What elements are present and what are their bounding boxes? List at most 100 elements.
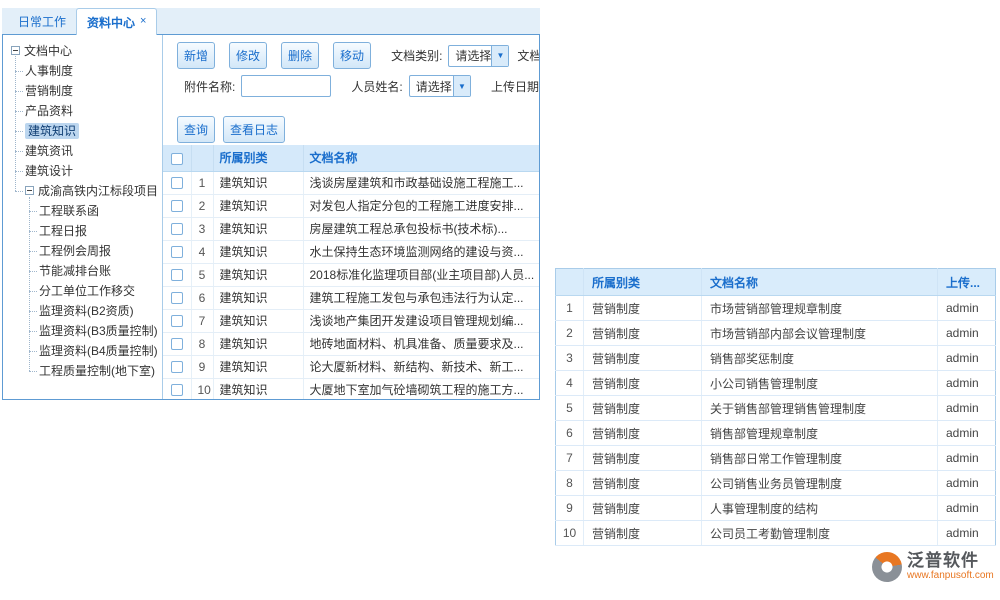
row-doc-name[interactable]: 建筑工程施工发包与承包违法行为认定... — [303, 286, 539, 309]
tab-data-center[interactable]: 资料中心× — [76, 8, 157, 35]
row-category: 建筑知识 — [213, 355, 303, 378]
row-doc-name[interactable]: 论大厦新材料、新结构、新技术、新工... — [303, 355, 539, 378]
table-row[interactable]: 7营销制度销售部日常工作管理制度admin — [556, 446, 996, 471]
row-number: 9 — [556, 496, 584, 521]
tree-item[interactable]: 工程质量控制(地下室) — [9, 361, 162, 381]
row-category: 建筑知识 — [213, 263, 303, 286]
fanpu-logo-icon — [872, 552, 902, 582]
table-row[interactable]: 8建筑知识地砖地面材料、机具准备、质量要求及... — [163, 332, 539, 355]
row-checkbox[interactable] — [171, 315, 183, 327]
row-doc-name[interactable]: 浅谈房屋建筑和市政基础设施工程施工... — [303, 171, 539, 194]
table-row[interactable]: 6营销制度销售部管理规章制度admin — [556, 421, 996, 446]
row-doc-name[interactable]: 2018标准化监理项目部(业主项目部)人员... — [303, 263, 539, 286]
tree-item[interactable]: 工程联系函 — [9, 201, 162, 221]
table-row[interactable]: 9营销制度人事管理制度的结构admin — [556, 496, 996, 521]
table-row[interactable]: 3建筑知识房屋建筑工程总承包投标书(技术标)... — [163, 217, 539, 240]
row-checkbox-cell — [163, 240, 191, 263]
add-button[interactable]: 新增 — [177, 42, 215, 69]
table-row[interactable]: 4营销制度小公司销售管理制度admin — [556, 371, 996, 396]
row-checkbox-cell — [163, 355, 191, 378]
row-checkbox[interactable] — [171, 177, 183, 189]
row-checkbox[interactable] — [171, 269, 183, 281]
table-row[interactable]: 9建筑知识论大厦新材料、新结构、新技术、新工... — [163, 355, 539, 378]
tree-item[interactable]: 人事制度 — [9, 61, 162, 81]
marketing-table-header: 所属别类 文档名称 上传... — [556, 269, 996, 296]
tree-root[interactable]: 文档中心 — [9, 41, 162, 61]
row-doc-name[interactable]: 销售部奖惩制度 — [702, 346, 938, 371]
move-button[interactable]: 移动 — [333, 42, 371, 69]
table-row[interactable]: 6建筑知识建筑工程施工发包与承包违法行为认定... — [163, 286, 539, 309]
row-doc-name[interactable]: 大厦地下室加气砼墙砌筑工程的施工方... — [303, 378, 539, 399]
person-name-select[interactable]: 请选择 ▼ — [409, 75, 471, 97]
row-checkbox[interactable] — [171, 246, 183, 258]
row-checkbox[interactable] — [171, 292, 183, 304]
table-row[interactable]: 1建筑知识浅谈房屋建筑和市政基础设施工程施工... — [163, 171, 539, 194]
row-doc-name[interactable]: 市场营销部管理规章制度 — [702, 296, 938, 321]
tree-item[interactable]: 监理资料(B3质量控制) — [9, 321, 162, 341]
row-doc-name[interactable]: 人事管理制度的结构 — [702, 496, 938, 521]
doc-category-value: 请选择 — [449, 47, 491, 64]
table-row[interactable]: 3营销制度销售部奖惩制度admin — [556, 346, 996, 371]
table-row[interactable]: 2建筑知识对发包人指定分包的工程施工进度安排... — [163, 194, 539, 217]
row-category: 营销制度 — [584, 396, 702, 421]
tree-item[interactable]: 监理资料(B4质量控制) — [9, 341, 162, 361]
upload-date-label: 上传日期 — [491, 78, 539, 95]
row-number: 8 — [191, 332, 213, 355]
row-number: 3 — [191, 217, 213, 240]
row-doc-name[interactable]: 关于销售部管理销售管理制度 — [702, 396, 938, 421]
table-row[interactable]: 7建筑知识浅谈地产集团开发建设项目管理规划编... — [163, 309, 539, 332]
row-doc-name[interactable]: 地砖地面材料、机具准备、质量要求及... — [303, 332, 539, 355]
row-checkbox[interactable] — [171, 338, 183, 350]
doc-category-select[interactable]: 请选择 ▼ — [448, 45, 509, 67]
tree-item[interactable]: 产品资料 — [9, 101, 162, 121]
row-doc-name[interactable]: 对发包人指定分包的工程施工进度安排... — [303, 194, 539, 217]
tree-root-label: 文档中心 — [24, 44, 72, 58]
tree-item[interactable]: 成渝高铁内江标段项目 — [9, 181, 162, 201]
tree-item[interactable]: 分工单位工作移交 — [9, 281, 162, 301]
close-icon[interactable]: × — [140, 15, 146, 27]
tree-item[interactable]: 工程日报 — [9, 221, 162, 241]
row-doc-name[interactable]: 市场营销部内部会议管理制度 — [702, 321, 938, 346]
query-button[interactable]: 查询 — [177, 116, 215, 143]
row-checkbox[interactable] — [171, 361, 183, 373]
row-uploader: admin — [938, 496, 996, 521]
tree-item[interactable]: 节能减排台账 — [9, 261, 162, 281]
row-doc-name[interactable]: 小公司销售管理制度 — [702, 371, 938, 396]
attachment-name-input[interactable] — [241, 75, 331, 97]
collapse-icon[interactable] — [25, 186, 34, 195]
row-number: 9 — [191, 355, 213, 378]
row-checkbox[interactable] — [171, 200, 183, 212]
tree-item[interactable]: 工程例会周报 — [9, 241, 162, 261]
tree-item[interactable]: 建筑设计 — [9, 161, 162, 181]
tab-daily-work[interactable]: 日常工作 — [8, 8, 76, 34]
row-doc-name[interactable]: 公司员工考勤管理制度 — [702, 521, 938, 546]
row-doc-name[interactable]: 销售部日常工作管理制度 — [702, 446, 938, 471]
table-row[interactable]: 5营销制度关于销售部管理销售管理制度admin — [556, 396, 996, 421]
tree-item[interactable]: 建筑知识 — [9, 121, 162, 141]
table-row[interactable]: 2营销制度市场营销部内部会议管理制度admin — [556, 321, 996, 346]
view-log-button[interactable]: 查看日志 — [223, 116, 285, 143]
collapse-icon[interactable] — [11, 46, 20, 55]
person-name-value: 请选择 — [410, 78, 453, 95]
table-row[interactable]: 8营销制度公司销售业务员管理制度admin — [556, 471, 996, 496]
table-row[interactable]: 1营销制度市场营销部管理规章制度admin — [556, 296, 996, 321]
row-checkbox[interactable] — [171, 223, 183, 235]
table-row[interactable]: 10营销制度公司员工考勤管理制度admin — [556, 521, 996, 546]
table-row[interactable]: 5建筑知识2018标准化监理项目部(业主项目部)人员... — [163, 263, 539, 286]
table-row[interactable]: 4建筑知识水土保持生态环境监测网络的建设与资... — [163, 240, 539, 263]
delete-button[interactable]: 删除 — [281, 42, 319, 69]
table-row[interactable]: 10建筑知识大厦地下室加气砼墙砌筑工程的施工方... — [163, 378, 539, 399]
tree-item[interactable]: 建筑资讯 — [9, 141, 162, 161]
modify-button[interactable]: 修改 — [229, 42, 267, 69]
row-checkbox[interactable] — [171, 384, 183, 396]
select-all-checkbox[interactable] — [171, 153, 183, 165]
row-doc-name[interactable]: 公司销售业务员管理制度 — [702, 471, 938, 496]
row-doc-name[interactable]: 水土保持生态环境监测网络的建设与资... — [303, 240, 539, 263]
row-doc-name[interactable]: 销售部管理规章制度 — [702, 421, 938, 446]
row-category: 建筑知识 — [213, 332, 303, 355]
row-doc-name[interactable]: 房屋建筑工程总承包投标书(技术标)... — [303, 217, 539, 240]
category-column-header: 所属别类 — [213, 145, 303, 171]
tree-item[interactable]: 营销制度 — [9, 81, 162, 101]
tree-item[interactable]: 监理资料(B2资质) — [9, 301, 162, 321]
row-doc-name[interactable]: 浅谈地产集团开发建设项目管理规划编... — [303, 309, 539, 332]
